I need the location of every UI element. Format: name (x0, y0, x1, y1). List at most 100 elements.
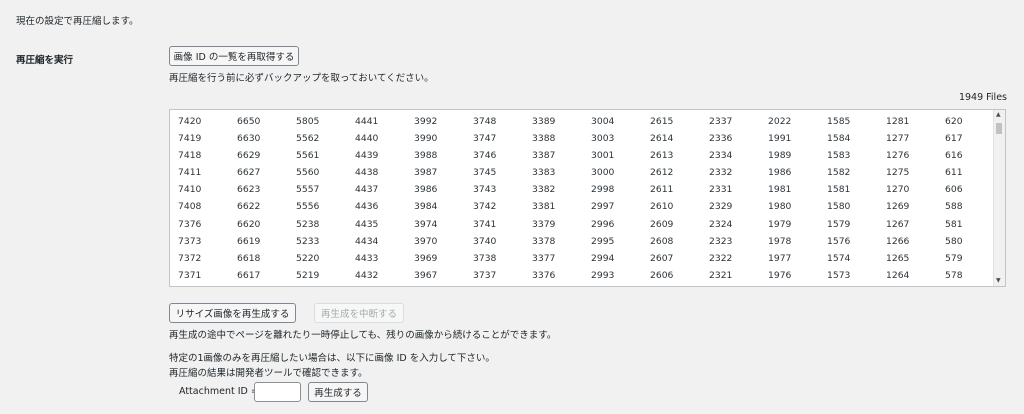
image-id-cell: 3004 (591, 116, 615, 127)
image-id-cell: 5557 (296, 184, 320, 196)
image-id-cell: 3383 (532, 167, 556, 179)
regenerate-resized-button[interactable]: リサイズ画像を再生成する (169, 303, 296, 323)
image-id-cell: 1583 (827, 150, 851, 162)
attachment-id-input[interactable] (254, 382, 301, 402)
image-id-cell: 1977 (768, 252, 792, 264)
image-id-cell: 3377 (532, 252, 556, 264)
image-id-cell: 3378 (532, 235, 556, 247)
image-id-cell: 2613 (650, 150, 674, 162)
image-id-cell: 4441 (355, 116, 379, 127)
scroll-down-arrow-icon[interactable]: ▼ (996, 278, 1001, 284)
image-id-cell: 7411 (178, 167, 202, 179)
image-id-cell: 7420 (178, 116, 202, 127)
image-id-cell: 3389 (532, 116, 556, 127)
image-id-cell: 3000 (591, 167, 615, 179)
image-id-cell: 3376 (532, 269, 556, 281)
image-id-cell: 3379 (532, 218, 556, 230)
image-id-cell: 3747 (473, 133, 497, 145)
scrollbar-thumb[interactable] (996, 123, 1002, 134)
image-id-cell: 6619 (237, 235, 261, 247)
image-id-cell: 1270 (886, 184, 910, 196)
image-id-cell: 3987 (414, 167, 438, 179)
image-id-cell: 3974 (414, 218, 438, 230)
image-id-cell: 1574 (827, 252, 851, 264)
image-id-cell: 3388 (532, 133, 556, 145)
image-id-cell: 2322 (709, 252, 733, 264)
image-id-cell: 1579 (827, 218, 851, 230)
regenerate-single-button[interactable]: 再生成する (308, 382, 368, 402)
image-id-cell: 3737 (473, 269, 497, 281)
image-id-cell: 1580 (827, 201, 851, 213)
image-id-cell: 6650 (237, 116, 261, 127)
image-id-cell: 2614 (650, 133, 674, 145)
image-id-cell: 6617 (237, 269, 261, 281)
image-id-cell: 2997 (591, 201, 615, 213)
image-id-cell: 6620 (237, 218, 261, 230)
resume-note: 再生成の途中でページを離れたり一時停止しても、残りの画像から続けることができます… (169, 330, 557, 341)
stop-regeneration-button[interactable]: 再生成を中断する (314, 303, 404, 323)
image-id-cell: 1277 (886, 133, 910, 145)
image-id-cell: 3742 (473, 201, 497, 213)
files-count: 1949 Files (958, 92, 1007, 103)
image-id-cell: 1281 (886, 116, 910, 127)
image-id-cell: 4440 (355, 133, 379, 145)
list-scrollbar[interactable]: ▲ ▼ (993, 110, 1005, 286)
image-id-cell: 2332 (709, 167, 733, 179)
image-id-cell: 5219 (296, 269, 320, 281)
image-id-cell: 1991 (768, 133, 792, 145)
image-id-cell: 4435 (355, 218, 379, 230)
image-id-cell: 5562 (296, 133, 320, 145)
image-id-cell: 2994 (591, 252, 615, 264)
image-id-cell: 3381 (532, 201, 556, 213)
image-id-cell: 7419 (178, 133, 202, 145)
image-id-grid: 7420 6650 5805 4441 3992 3748 3389 3004 2615 2337… (178, 116, 1004, 286)
image-id-cell: 1265 (886, 252, 910, 264)
image-id-cell: 6630 (237, 133, 261, 145)
image-id-cell: 3001 (591, 150, 615, 162)
image-id-cell: 1269 (886, 201, 910, 213)
image-id-cell: 2610 (650, 201, 674, 213)
image-id-cell: 3743 (473, 184, 497, 196)
image-id-cell: 3382 (532, 184, 556, 196)
image-id-cell: 2334 (709, 150, 733, 162)
image-id-cell: 5233 (296, 235, 320, 247)
image-id-cell: 2331 (709, 184, 733, 196)
intro-text: 現在の設定で再圧縮します。 (16, 16, 139, 27)
image-id-cell: 2321 (709, 269, 733, 281)
image-id-cell: 4436 (355, 201, 379, 213)
image-id-cell: 1582 (827, 167, 851, 179)
image-id-cell: 5556 (296, 201, 320, 213)
image-id-cell: 3003 (591, 133, 615, 145)
image-id-cell: 6629 (237, 150, 261, 162)
image-id-cell: 2996 (591, 218, 615, 230)
image-id-cell: 2323 (709, 235, 733, 247)
refetch-ids-button[interactable]: 画像 ID の一覧を再取得する (169, 46, 299, 66)
image-id-cell: 7373 (178, 235, 202, 247)
image-id-cell: 1573 (827, 269, 851, 281)
image-id-cell: 1267 (886, 218, 910, 230)
image-id-list[interactable]: 7420 6650 5805 4441 3992 3748 3389 3004 2615 2337… (169, 109, 1006, 287)
image-id-cell: 2022 (768, 116, 792, 127)
image-id-cell: 3387 (532, 150, 556, 162)
image-id-cell: 3967 (414, 269, 438, 281)
image-id-cell: 1581 (827, 184, 851, 196)
attachment-id-label: Attachment ID = (179, 386, 259, 397)
image-id-cell: 6623 (237, 184, 261, 196)
backup-note: 再圧縮を行う前に必ずバックアップを取っておいてください。 (169, 73, 434, 84)
image-id-cell: 5238 (296, 218, 320, 230)
image-id-cell: 7376 (178, 218, 202, 230)
image-id-cell: 5220 (296, 252, 320, 264)
image-id-cell: 6618 (237, 252, 261, 264)
scroll-up-arrow-icon[interactable]: ▲ (996, 112, 1001, 118)
image-id-cell: 5561 (296, 150, 320, 162)
image-id-cell: 2336 (709, 133, 733, 145)
image-id-cell: 2337 (709, 116, 733, 127)
image-id-cell: 7408 (178, 201, 202, 213)
image-id-cell: 2615 (650, 116, 674, 127)
image-id-cell: 7418 (178, 150, 202, 162)
image-id-cell: 2998 (591, 184, 615, 196)
image-id-cell: 4434 (355, 235, 379, 247)
image-id-cell: 4432 (355, 269, 379, 281)
image-id-cell: 1275 (886, 167, 910, 179)
image-id-cell: 1978 (768, 235, 792, 247)
